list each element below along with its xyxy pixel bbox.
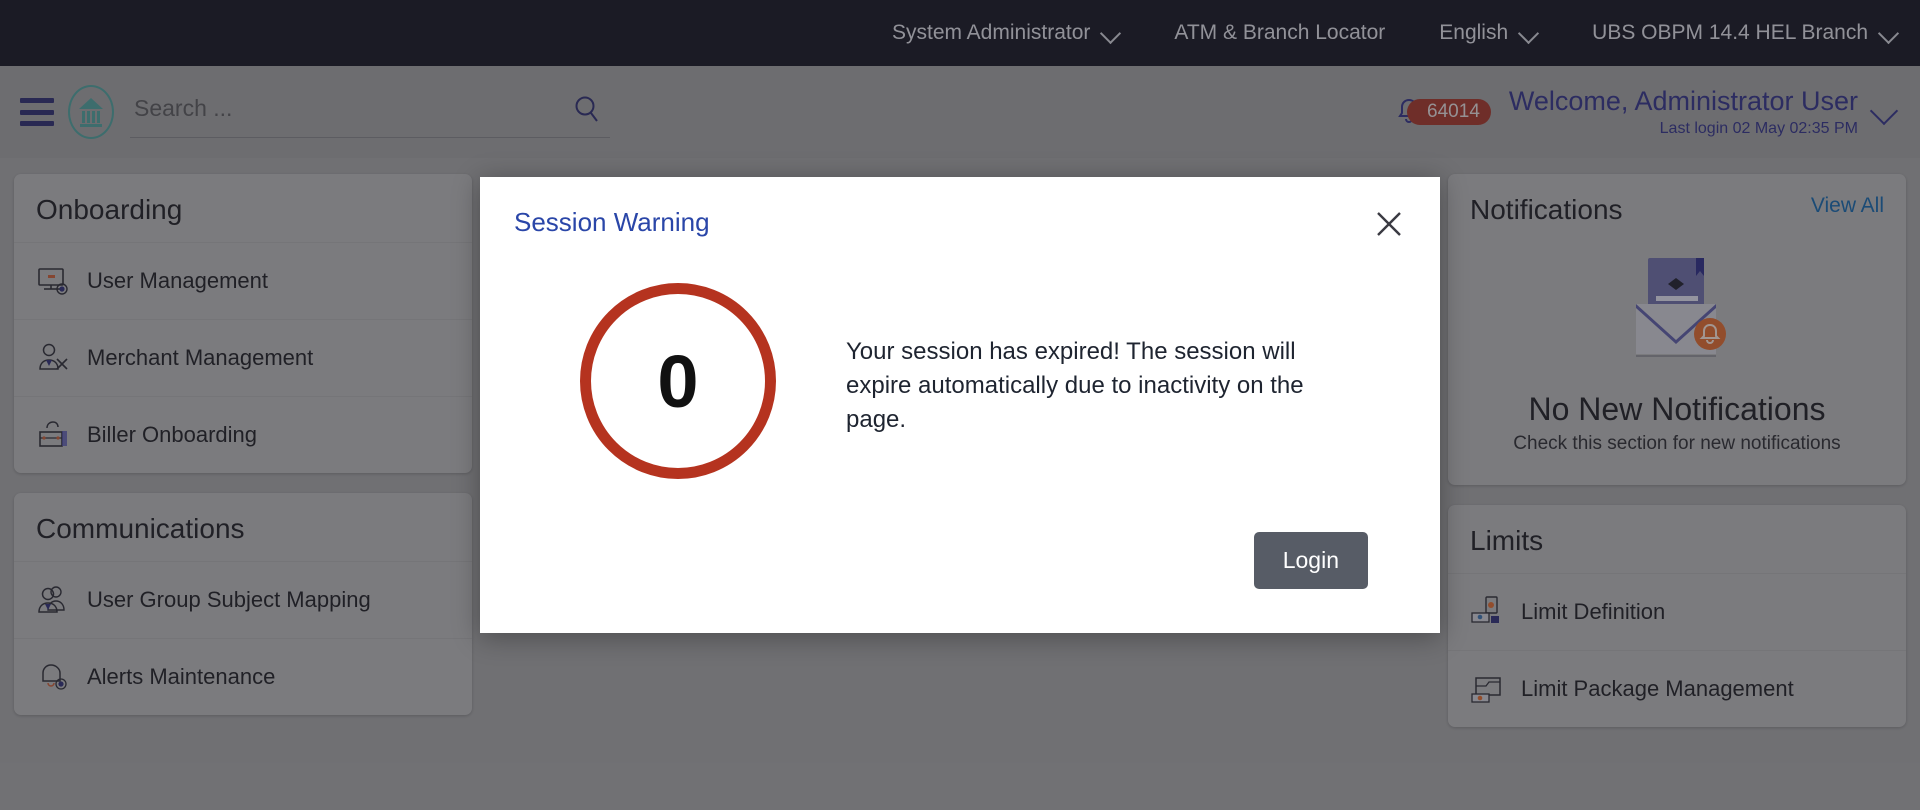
session-countdown-circle: 0: [580, 283, 776, 479]
session-countdown-value: 0: [657, 339, 699, 423]
dialog-body: 0 Your session has expired! The session …: [480, 241, 1440, 532]
dialog-title: Session Warning: [514, 207, 710, 237]
dialog-header: Session Warning: [480, 177, 1440, 241]
close-icon[interactable]: [1372, 207, 1406, 241]
session-warning-message: Your session has expired! The session wi…: [846, 338, 1304, 434]
login-button[interactable]: Login: [1253, 532, 1368, 589]
session-warning-dialog: Session Warning 0 Your session has expir…: [480, 177, 1440, 633]
dialog-footer: Login: [480, 532, 1440, 633]
